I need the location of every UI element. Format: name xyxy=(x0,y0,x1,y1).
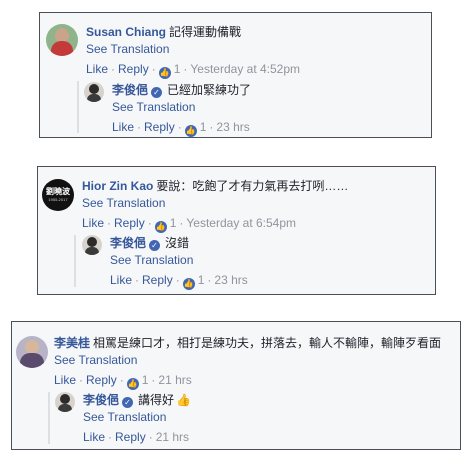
comment-actions: Like · Reply · 👍 1 · Yesterday at 4:52pm xyxy=(86,62,301,79)
comment-body: Hior Zin Kao 要說：吃飽了才有力氣再去打咧…… See Transla… xyxy=(82,178,349,233)
avatar-reply-author[interactable] xyxy=(55,392,75,412)
reply-text: 已經加緊練功了 xyxy=(167,83,252,97)
reply-thread-line xyxy=(74,235,76,287)
like-count[interactable]: 1 xyxy=(142,373,149,387)
comment-author[interactable]: Hior Zin Kao xyxy=(82,179,153,193)
reply-link[interactable]: Reply xyxy=(142,273,173,287)
comment-body: Susan Chiang 記得運動備戰 See Translation Like ·… xyxy=(86,24,301,79)
reply-actions: Like · Reply · 21 hrs xyxy=(83,430,190,444)
avatar-caption: 劉曉波 xyxy=(46,187,70,196)
comment-actions: Like · Reply · 👍 1 · Yesterday at 6:54pm xyxy=(82,216,297,233)
timestamp[interactable]: 23 hrs xyxy=(216,120,249,134)
like-count[interactable]: 1 xyxy=(174,62,181,76)
avatar-subcaption: 1955-2017 xyxy=(48,197,68,202)
comment-thread-1: Susan Chiang 記得運動備戰 See Translation Like ·… xyxy=(39,12,432,138)
reply-author[interactable]: 李俊俋 xyxy=(112,83,148,97)
comment-text: 要說：吃飽了才有力氣再去打咧…… xyxy=(156,179,349,193)
reply-link[interactable]: Reply xyxy=(86,373,117,387)
like-count[interactable]: 1 xyxy=(170,216,177,230)
like-link[interactable]: Like xyxy=(86,62,108,76)
reply-body: 李俊俋 ✓ 沒錯 See Translation Like · Reply · 👍 1 · 23 … xyxy=(110,235,248,290)
reply-text: 講得好 xyxy=(138,393,175,407)
like-link[interactable]: Like xyxy=(110,273,132,287)
comment-body: 李美桂 相罵是練口才，相打是練功夫，拼落去，輸人不輸陣，輸陣歹看面 See Tra… xyxy=(54,335,442,390)
like-link[interactable]: Like xyxy=(54,373,76,387)
reply-body: 李俊俋 ✓ 已經加緊練功了 See Translation Like · Reply · 👍… xyxy=(112,82,252,137)
like-link[interactable]: Like xyxy=(83,430,105,444)
timestamp[interactable]: 21 hrs xyxy=(156,430,189,444)
verified-badge-icon: ✓ xyxy=(151,87,163,98)
comment-text: 相罵是練口才，相打是練功夫，拼落去，輸人不輸陣，輸陣歹看面 xyxy=(93,336,442,350)
see-translation-link[interactable]: See Translation xyxy=(86,41,300,57)
reply-thread-line xyxy=(77,81,79,133)
thumbs-up-icon[interactable]: 👍 xyxy=(126,378,139,390)
timestamp[interactable]: 21 hrs xyxy=(158,373,191,387)
thumbs-up-icon[interactable]: 👍 xyxy=(184,125,197,137)
see-translation-link[interactable]: See Translation xyxy=(54,352,441,368)
reply-link[interactable]: Reply xyxy=(144,120,175,134)
reply-actions: Like · Reply · 👍 1 · 23 hrs xyxy=(112,120,250,137)
comment-author[interactable]: Susan Chiang xyxy=(86,25,166,39)
like-count[interactable]: 1 xyxy=(200,120,207,134)
comment-actions: Like · Reply · 👍 1 · 21 hrs xyxy=(54,373,192,390)
thumbs-up-icon[interactable]: 👍 xyxy=(158,67,171,79)
thumbs-up-icon[interactable]: 👍 xyxy=(182,278,195,290)
comment-thread-3: 李美桂 相罵是練口才，相打是練功夫，拼落去，輸人不輸陣，輸陣歹看面 See Tra… xyxy=(11,321,461,450)
thumbs-up-emoji-icon: 👍 xyxy=(176,393,191,407)
avatar-reply-author[interactable] xyxy=(84,82,104,102)
reply-author[interactable]: 李俊俋 xyxy=(83,393,119,407)
like-link[interactable]: Like xyxy=(82,216,104,230)
avatar-reply-author[interactable] xyxy=(82,235,102,255)
timestamp[interactable]: Yesterday at 4:52pm xyxy=(190,62,300,76)
see-translation-link[interactable]: See Translation xyxy=(83,409,191,425)
see-translation-link[interactable]: See Translation xyxy=(112,99,251,115)
reply-actions: Like · Reply · 👍 1 · 23 hrs xyxy=(110,273,248,290)
comment-author[interactable]: 李美桂 xyxy=(54,336,90,350)
avatar-susan-chiang[interactable] xyxy=(46,24,78,56)
reply-link[interactable]: Reply xyxy=(114,216,145,230)
like-count[interactable]: 1 xyxy=(198,273,205,287)
see-translation-link[interactable]: See Translation xyxy=(82,195,348,211)
reply-link[interactable]: Reply xyxy=(118,62,149,76)
thumbs-up-icon[interactable]: 👍 xyxy=(154,221,167,233)
timestamp[interactable]: Yesterday at 6:54pm xyxy=(186,216,296,230)
comment-text: 記得運動備戰 xyxy=(169,25,242,39)
timestamp[interactable]: 23 hrs xyxy=(214,273,247,287)
avatar-li-mei-gui[interactable] xyxy=(16,336,48,368)
reply-link[interactable]: Reply xyxy=(115,430,146,444)
like-link[interactable]: Like xyxy=(112,120,134,134)
reply-text: 沒錯 xyxy=(165,236,190,250)
verified-badge-icon: ✓ xyxy=(149,240,161,251)
reply-thread-line xyxy=(48,392,50,444)
reply-author[interactable]: 李俊俋 xyxy=(110,236,146,250)
reply-body: 李俊俋 ✓ 講得好 👍 See Translation Like · Reply · 21 h… xyxy=(83,392,191,445)
verified-badge-icon: ✓ xyxy=(122,397,134,408)
see-translation-link[interactable]: See Translation xyxy=(110,252,248,268)
comment-thread-2: 劉曉波 1955-2017 Hior Zin Kao 要說：吃飽了才有力氣再去打咧… xyxy=(37,166,436,295)
avatar-hior-zin-kao[interactable]: 劉曉波 1955-2017 xyxy=(42,179,74,211)
